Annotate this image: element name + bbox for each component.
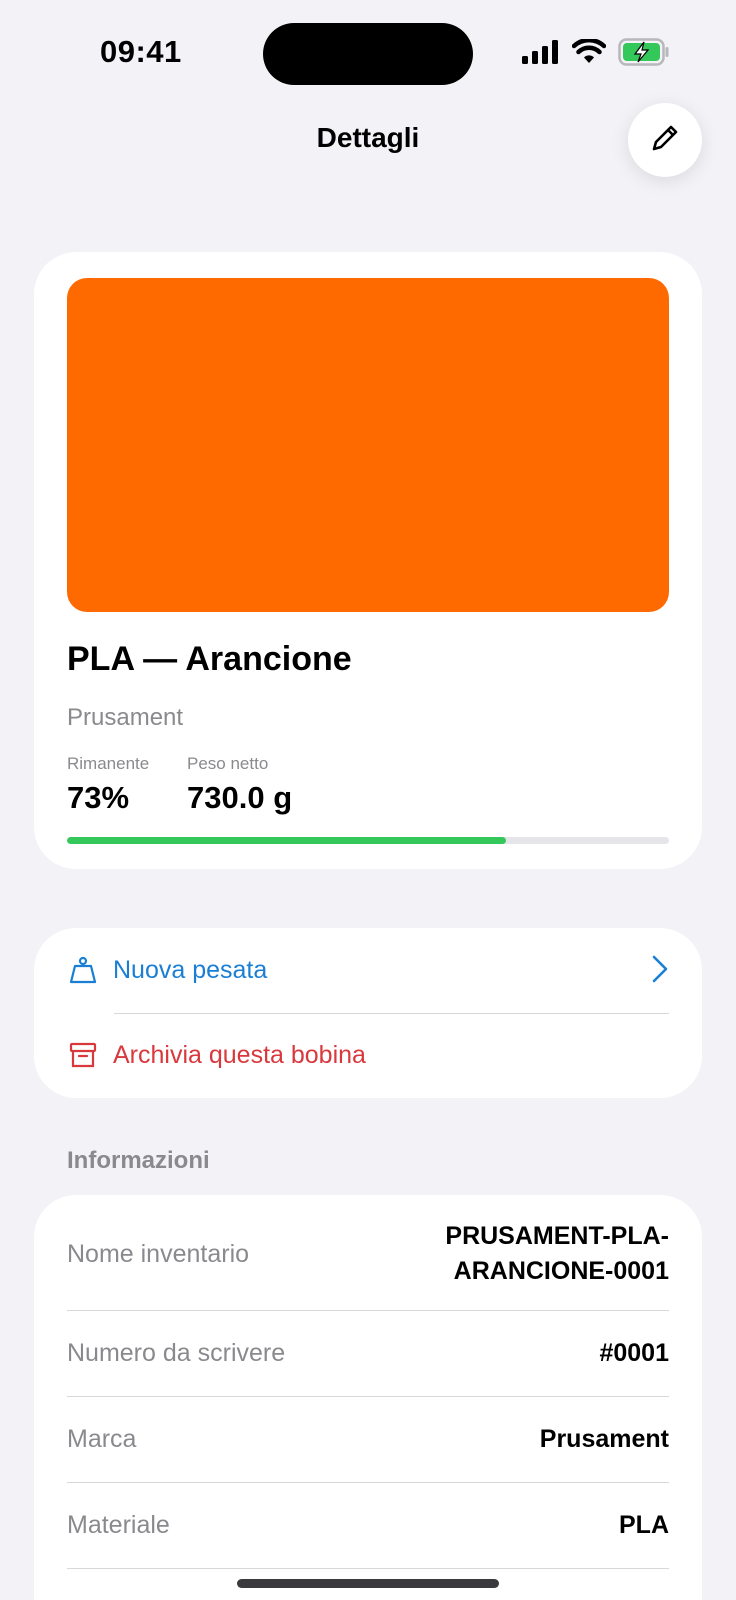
info-card: Nome inventario PRUSAMENT-PLA-ARANCIONE-… [34, 1195, 702, 1600]
home-indicator [237, 1579, 499, 1588]
new-weighing-label: Nuova pesata [113, 955, 268, 984]
net-weight-label: Peso netto [187, 754, 269, 773]
new-weighing-button[interactable]: Nuova pesata [67, 930, 669, 1010]
status-time: 09:41 [100, 34, 182, 69]
dynamic-island [263, 23, 473, 85]
edit-button[interactable] [628, 103, 702, 177]
chevron-right-icon [651, 954, 669, 989]
info-row-material: Materiale PLA [67, 1483, 669, 1568]
pencil-icon [649, 122, 681, 159]
wifi-icon [571, 37, 607, 70]
spool-title: PLA — Arancione [67, 640, 352, 678]
info-value: PRUSAMENT-PLA-ARANCIONE-0001 [445, 1222, 669, 1285]
spool-brand: Prusament [67, 704, 184, 731]
remaining-progress-bar [67, 837, 669, 844]
info-row-brand: Marca Prusament [67, 1397, 669, 1482]
info-value: PLA [619, 1511, 669, 1539]
actions-divider [114, 1013, 669, 1014]
spool-summary-card: PLA — Arancione Prusament Rimanente 73% … [34, 252, 702, 869]
net-weight-value: 730.0 g [187, 780, 293, 815]
cellular-signal-icon [522, 40, 560, 69]
info-value: Prusament [539, 1425, 669, 1453]
remaining-value: 73% [67, 780, 130, 815]
status-bar: 09:41 [0, 0, 736, 100]
color-swatch [67, 278, 669, 612]
scale-weight-icon [67, 954, 99, 986]
remaining-progress-fill [67, 837, 507, 844]
net-weight-stat: Peso netto 730.0 g [187, 754, 292, 816]
archive-box-icon [67, 1039, 99, 1071]
info-row-number: Numero da scrivere #0001 [67, 1311, 669, 1396]
info-row-inventory-name: Nome inventario PRUSAMENT-PLA-ARANCIONE-… [67, 1213, 669, 1295]
archive-spool-label: Archivia questa bobina [113, 1040, 366, 1069]
info-section-title: Informazioni [67, 1147, 210, 1174]
page-title: Dettagli [316, 122, 420, 153]
info-value: #0001 [599, 1339, 669, 1367]
remaining-stat: Rimanente 73% [67, 754, 149, 816]
battery-charging-icon [618, 38, 670, 71]
info-label: Nome inventario [67, 1239, 250, 1268]
info-label: Marca [67, 1425, 137, 1453]
spool-details-screen: 09:41 Dettagli PLA — Arancione Prusament… [0, 0, 736, 1600]
actions-card: Nuova pesata Archivia questa bobina [34, 928, 702, 1098]
archive-spool-button[interactable]: Archivia questa bobina [67, 1015, 669, 1095]
info-label: Numero da scrivere [67, 1339, 286, 1367]
info-label: Materiale [67, 1511, 170, 1539]
status-icons [522, 37, 670, 71]
info-divider [67, 1568, 669, 1569]
remaining-label: Rimanente [67, 754, 150, 773]
